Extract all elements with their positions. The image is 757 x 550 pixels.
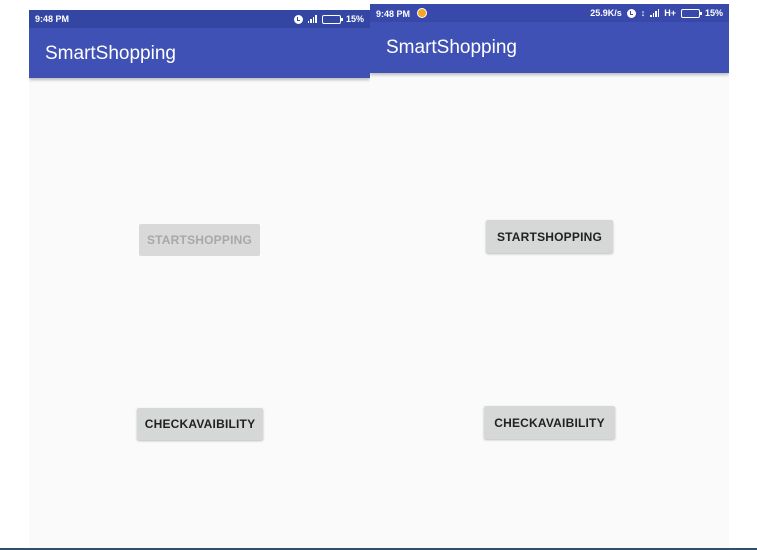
battery-percent: 15%: [345, 14, 364, 24]
network-type: H+: [664, 8, 676, 18]
app-title: SmartShopping: [386, 37, 517, 58]
alarm-icon: [626, 8, 636, 18]
left-phone-screen: 9:48 PM 15% SmartShopping STARTSHOPPING …: [29, 10, 370, 550]
status-time: 9:48 PM: [35, 14, 70, 24]
comparison-screenshot: 9:48 PM 15% SmartShopping STARTSHOPPING …: [0, 0, 757, 550]
notification-icon: [416, 8, 427, 18]
app-title: SmartShopping: [45, 43, 176, 64]
app-bar: SmartShopping: [370, 22, 729, 73]
check-availability-button[interactable]: CHECKAVAIBILITY: [484, 406, 615, 439]
signal-icon: [307, 15, 317, 23]
status-icons: 15%: [293, 14, 364, 24]
alarm-icon: [293, 14, 303, 24]
status-bar: 9:48 PM 25.9K/s ↕ H+ 15%: [370, 4, 729, 22]
start-shopping-button[interactable]: STARTSHOPPING: [486, 220, 613, 253]
status-time: 9:48 PM: [376, 8, 427, 19]
battery-icon: [680, 8, 702, 18]
status-icons: 25.9K/s ↕ H+ 15%: [590, 8, 723, 18]
right-phone-screen: 9:48 PM 25.9K/s ↕ H+ 15% SmartShopping S…: [370, 4, 729, 550]
check-availability-button[interactable]: CHECKAVAIBILITY: [137, 408, 263, 440]
status-time-text: 9:48 PM: [376, 9, 411, 19]
signal-icon: [650, 9, 660, 17]
battery-percent: 15%: [704, 8, 723, 18]
data-arrows-icon: ↕: [640, 7, 646, 18]
start-shopping-button[interactable]: STARTSHOPPING: [139, 224, 260, 256]
network-speed: 25.9K/s: [590, 8, 622, 18]
battery-icon: [321, 14, 343, 24]
status-bar: 9:48 PM 15%: [29, 10, 370, 28]
app-bar: SmartShopping: [29, 28, 370, 78]
